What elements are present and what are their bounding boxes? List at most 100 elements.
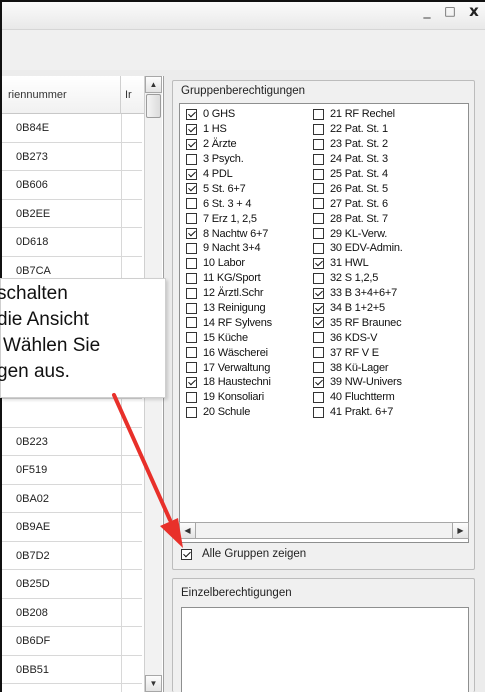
group-checkbox[interactable] — [313, 123, 324, 135]
group-item[interactable]: 1 HS — [186, 122, 314, 137]
group-item[interactable]: 25 Pat. St. 4 — [313, 167, 463, 182]
group-checkbox[interactable] — [313, 228, 324, 240]
group-checkbox[interactable] — [186, 406, 197, 418]
group-item[interactable]: 31 HWL — [313, 256, 463, 271]
group-item[interactable]: 40 Fluchtterm — [313, 390, 463, 405]
group-item[interactable]: 2 Ärzte — [186, 137, 314, 152]
column-header-second[interactable]: Ir — [122, 76, 142, 114]
group-item[interactable]: 8 Nachtw 6+7 — [186, 226, 314, 241]
group-checkbox[interactable] — [313, 347, 324, 359]
group-item[interactable]: 41 Prakt. 6+7 — [313, 405, 463, 420]
group-item[interactable]: 10 Labor — [186, 256, 314, 271]
table-row[interactable] — [2, 399, 142, 428]
group-item[interactable]: 34 B 1+2+5 — [313, 301, 463, 316]
group-list-horizontal-scrollbar[interactable]: ◀ ▶ — [179, 522, 469, 539]
group-checkbox[interactable] — [186, 257, 197, 269]
group-item[interactable]: 39 NW-Univers — [313, 375, 463, 390]
group-checkbox[interactable] — [186, 391, 197, 403]
group-item[interactable]: 3 Psych. — [186, 152, 314, 167]
group-checkbox[interactable] — [186, 228, 197, 240]
scroll-up-icon[interactable]: ▲ — [145, 76, 162, 93]
column-header-serial-number[interactable]: riennummer — [2, 76, 121, 114]
group-checkbox[interactable] — [313, 153, 324, 165]
group-item[interactable]: 9 Nacht 3+4 — [186, 241, 314, 256]
group-item[interactable]: 29 KL-Verw. — [313, 226, 463, 241]
group-checkbox[interactable] — [313, 213, 324, 225]
individual-permissions-list[interactable] — [181, 607, 469, 692]
group-checkbox[interactable] — [313, 287, 324, 299]
group-checkbox[interactable] — [313, 198, 324, 210]
table-row[interactable]: 0B84E — [2, 114, 142, 143]
group-item[interactable]: 16 Wäscherei — [186, 345, 314, 360]
table-row[interactable] — [2, 684, 142, 692]
group-item[interactable]: 30 EDV-Admin. — [313, 241, 463, 256]
group-item[interactable]: 21 RF Rechel — [313, 107, 463, 122]
maximize-button[interactable]: □ — [441, 2, 459, 22]
group-item[interactable]: 36 KDS-V — [313, 330, 463, 345]
table-row[interactable]: 0B25D — [2, 570, 142, 599]
group-checkbox[interactable] — [313, 362, 324, 374]
group-checkbox[interactable] — [313, 391, 324, 403]
group-checkbox[interactable] — [313, 272, 324, 284]
group-checkbox[interactable] — [186, 108, 197, 120]
show-all-groups-option[interactable]: Alle Gruppen zeigen — [181, 548, 306, 560]
group-checkbox[interactable] — [313, 138, 324, 150]
group-item[interactable]: 23 Pat. St. 2 — [313, 137, 463, 152]
group-item[interactable]: 35 RF Braunec — [313, 315, 463, 330]
group-item[interactable]: 22 Pat. St. 1 — [313, 122, 463, 137]
group-checkbox[interactable] — [186, 347, 197, 359]
table-row[interactable]: 0F519 — [2, 456, 142, 485]
group-item[interactable]: 12 Ärztl.Schr — [186, 286, 314, 301]
group-item[interactable]: 18 Haustechni — [186, 375, 314, 390]
group-checkbox[interactable] — [313, 108, 324, 120]
group-checkbox[interactable] — [186, 302, 197, 314]
group-checkbox[interactable] — [313, 302, 324, 314]
table-row[interactable]: 0B2EE — [2, 199, 142, 228]
group-checkbox[interactable] — [186, 153, 197, 165]
group-checkbox[interactable] — [186, 376, 197, 388]
group-item[interactable]: 0 GHS — [186, 107, 314, 122]
minimize-button[interactable]: _ — [418, 2, 436, 22]
close-button[interactable]: x — [465, 2, 483, 22]
table-row[interactable]: 0D618 — [2, 228, 142, 257]
table-row[interactable]: 0B6DF — [2, 627, 142, 656]
group-item[interactable]: 17 Verwaltung — [186, 360, 314, 375]
table-row[interactable]: 0B606 — [2, 171, 142, 200]
group-checkbox[interactable] — [186, 242, 197, 254]
group-checkbox[interactable] — [186, 287, 197, 299]
group-checkbox[interactable] — [313, 332, 324, 344]
group-item[interactable]: 33 B 3+4+6+7 — [313, 286, 463, 301]
table-row[interactable]: 0BA02 — [2, 484, 142, 513]
group-item[interactable]: 28 Pat. St. 7 — [313, 211, 463, 226]
group-checkbox[interactable] — [186, 317, 197, 329]
group-item[interactable]: 6 St. 3 + 4 — [186, 196, 314, 211]
table-row[interactable]: 0BB51 — [2, 655, 142, 684]
group-item[interactable]: 15 Küche — [186, 330, 314, 345]
group-checkbox[interactable] — [186, 332, 197, 344]
group-checkbox[interactable] — [186, 198, 197, 210]
table-row[interactable]: 0B9AE — [2, 513, 142, 542]
table-row[interactable]: 0B7D2 — [2, 541, 142, 570]
group-item[interactable]: 11 KG/Sport — [186, 271, 314, 286]
group-item[interactable]: 27 Pat. St. 6 — [313, 196, 463, 211]
group-checkbox[interactable] — [313, 376, 324, 388]
group-checkbox[interactable] — [186, 362, 197, 374]
group-item[interactable]: 5 St. 6+7 — [186, 181, 314, 196]
group-item[interactable]: 24 Pat. St. 3 — [313, 152, 463, 167]
scroll-left-icon[interactable]: ◀ — [180, 523, 196, 538]
scroll-down-icon[interactable]: ▼ — [145, 675, 162, 692]
group-checkbox[interactable] — [186, 183, 197, 195]
group-permissions-list[interactable]: 0 GHS 1 HS 2 Ärzte 3 Psych. 4 PDL 5 St. 6+7 6 … — [179, 103, 469, 543]
group-item[interactable]: 19 Konsoliari — [186, 390, 314, 405]
group-item[interactable]: 14 RF Sylvens — [186, 315, 314, 330]
group-item[interactable]: 7 Erz 1, 2,5 — [186, 211, 314, 226]
group-checkbox[interactable] — [186, 213, 197, 225]
group-item[interactable]: 38 Kü-Lager — [313, 360, 463, 375]
table-row[interactable]: 0B208 — [2, 598, 142, 627]
scroll-right-icon[interactable]: ▶ — [452, 523, 468, 538]
group-checkbox[interactable] — [313, 183, 324, 195]
group-item[interactable]: 37 RF V E — [313, 345, 463, 360]
group-checkbox[interactable] — [313, 406, 324, 418]
group-checkbox[interactable] — [186, 272, 197, 284]
group-item[interactable]: 32 S 1,2,5 — [313, 271, 463, 286]
